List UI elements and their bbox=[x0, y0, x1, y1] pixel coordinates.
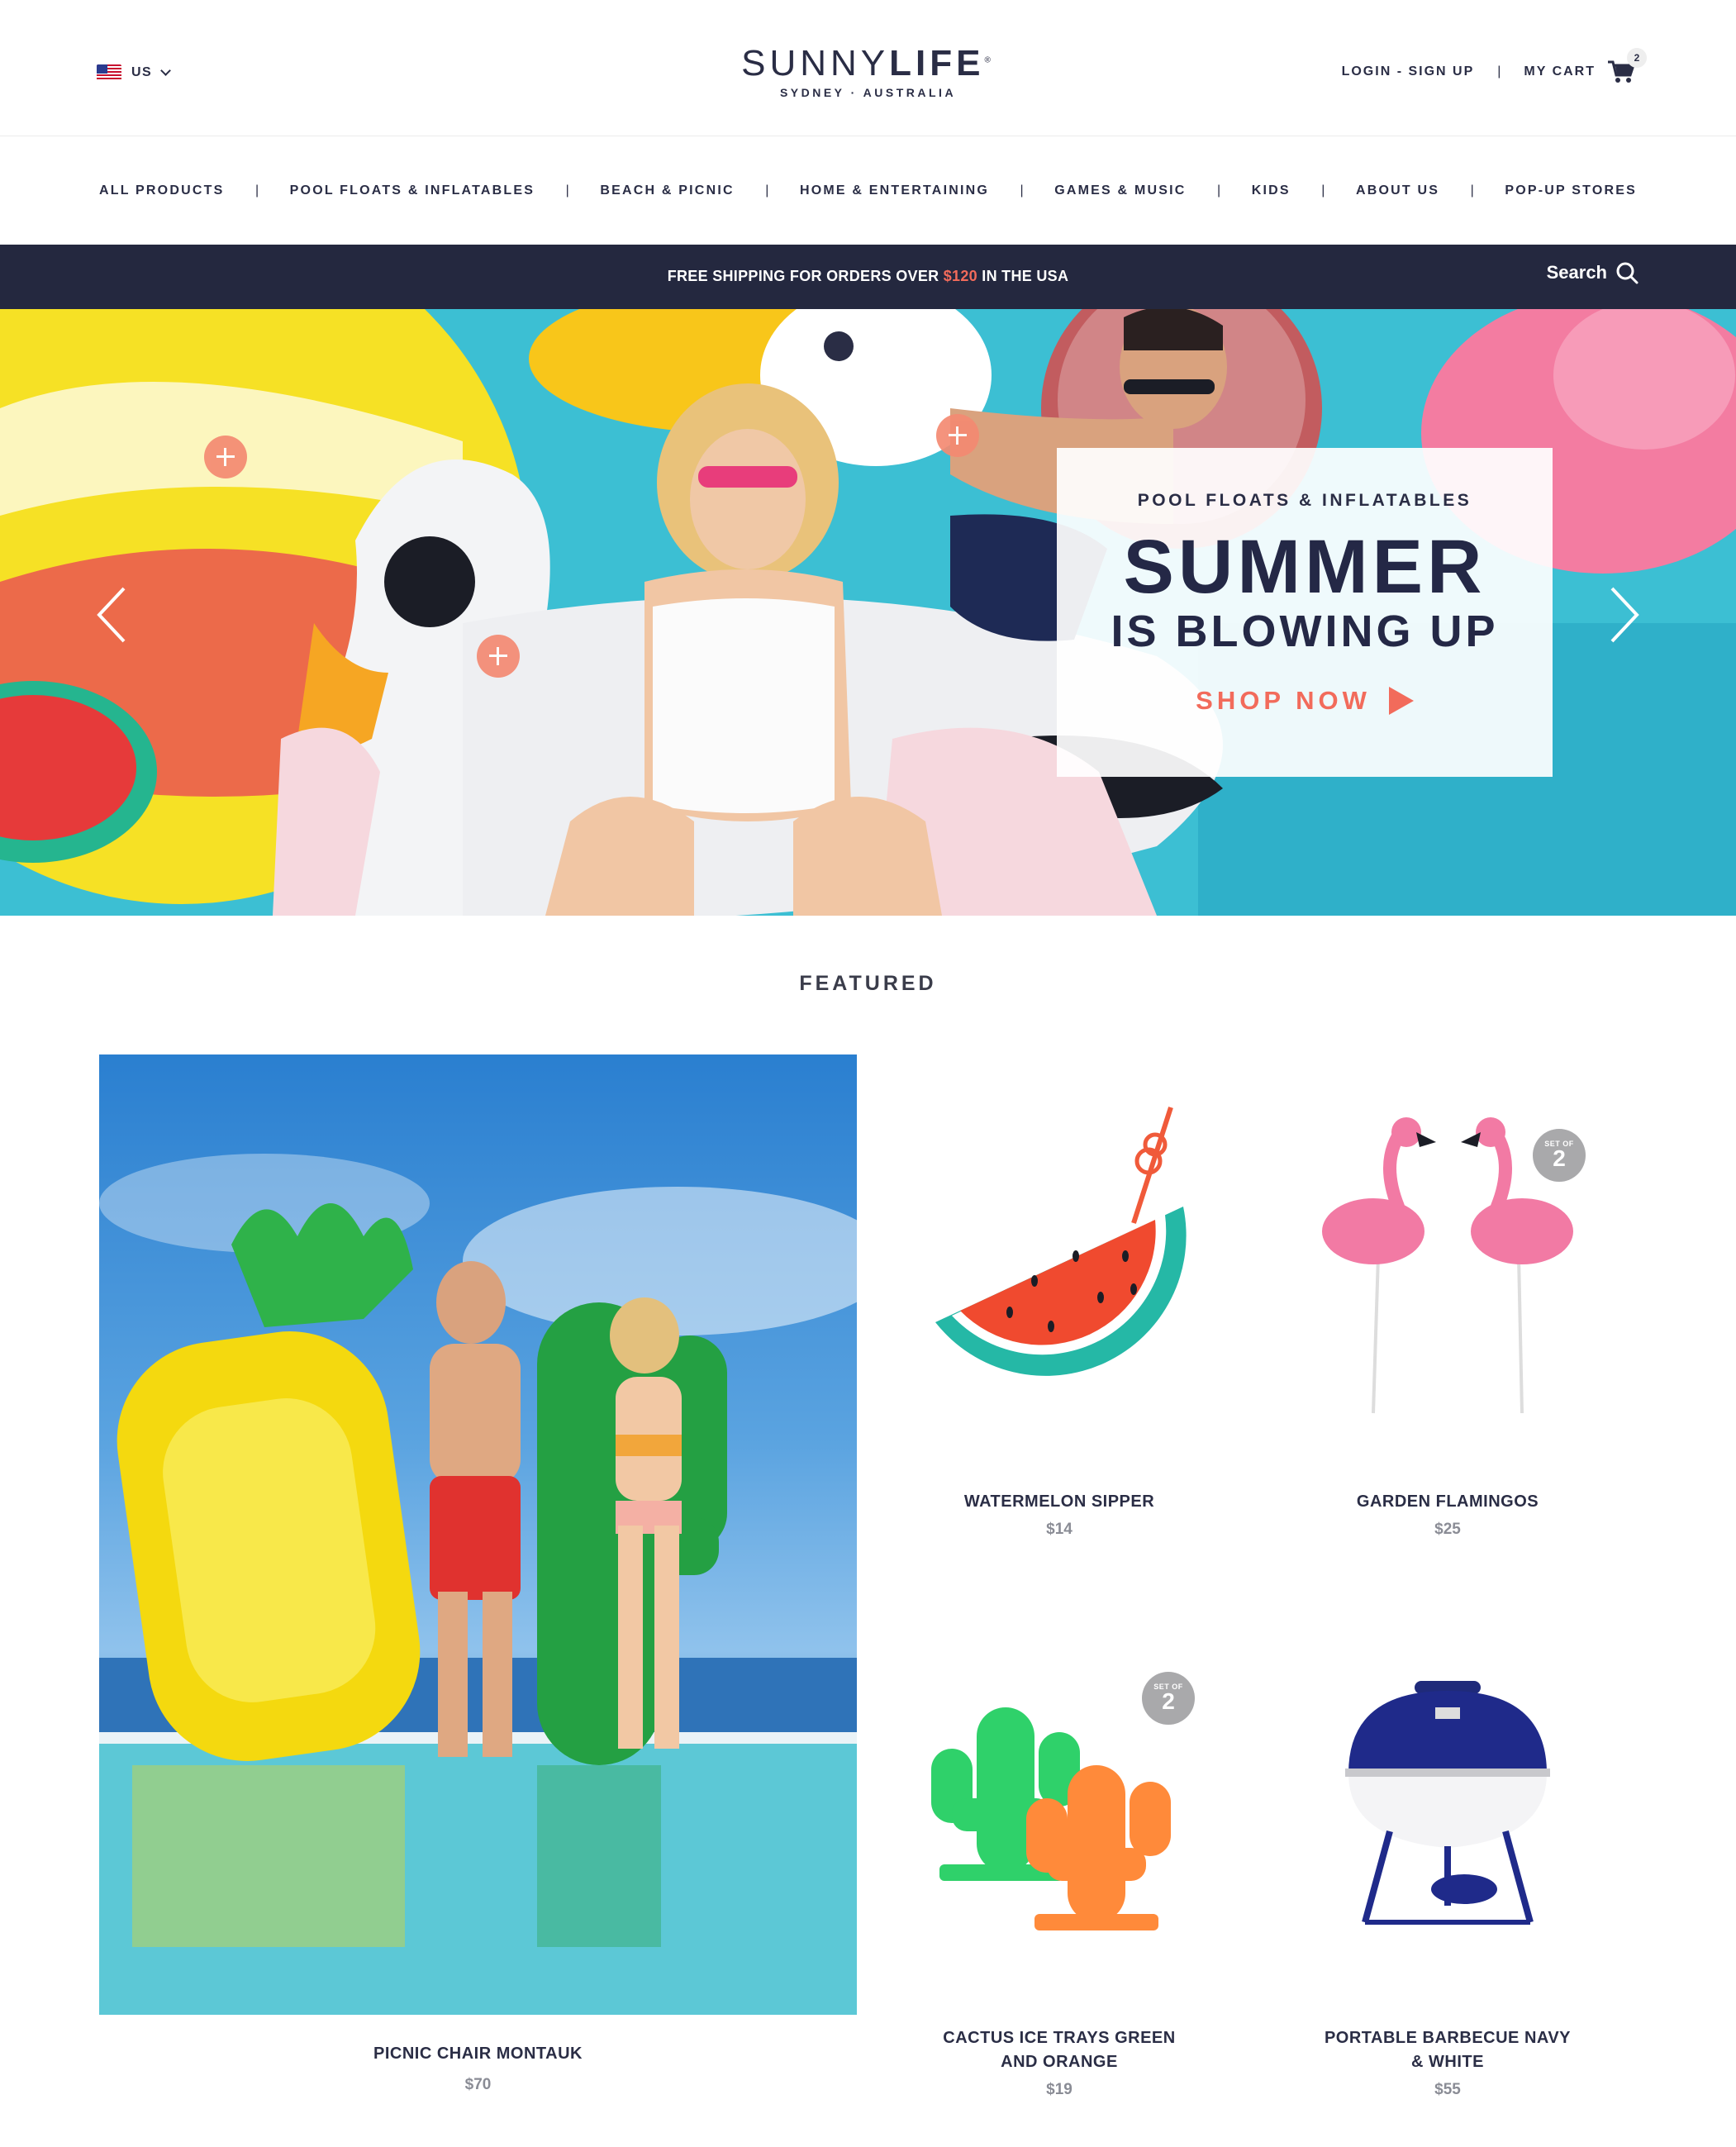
featured-heading: FEATURED bbox=[799, 972, 937, 995]
hero-prev-arrow-icon[interactable] bbox=[91, 582, 132, 648]
nav-about-us[interactable]: ABOUT US bbox=[1356, 183, 1439, 198]
hero-next-arrow-icon[interactable] bbox=[1604, 582, 1645, 648]
hotspot-toucan[interactable] bbox=[936, 414, 979, 457]
product-name[interactable]: CACTUS ICE TRAYS GREEN AND ORANGE bbox=[886, 2026, 1233, 2074]
hero-subtitle: IS BLOWING UP bbox=[1111, 607, 1499, 656]
product-price: $14 bbox=[1046, 1521, 1073, 1538]
badge-number: 2 bbox=[1553, 1145, 1566, 1171]
shipping-message: FREE SHIPPING FOR ORDERS OVER $120 IN TH… bbox=[0, 268, 1736, 285]
product-card-watermelon-sipper[interactable]: WATERMELON SIPPER $14 bbox=[886, 1099, 1233, 1570]
set-of-two-badge: SET OF 2 bbox=[1142, 1672, 1195, 1725]
nav-beach-picnic[interactable]: BEACH & PICNIC bbox=[600, 183, 734, 198]
cart-count-badge: 2 bbox=[1627, 48, 1647, 68]
search-icon bbox=[1616, 262, 1638, 284]
logo-word-bold: LIFE bbox=[889, 43, 985, 83]
hero-promo-card: POOL FLOATS & INFLATABLES SUMMER IS BLOW… bbox=[1057, 448, 1553, 777]
product-name[interactable]: GARDEN FLAMINGOS bbox=[1274, 1490, 1621, 1514]
product-name-line-1: CACTUS ICE TRAYS GREEN bbox=[943, 2029, 1176, 2047]
nav-separator: | bbox=[1470, 183, 1474, 198]
nav-all-products[interactable]: ALL PRODUCTS bbox=[99, 183, 224, 198]
nav-separator: | bbox=[565, 183, 569, 198]
shop-now-label: SHOP NOW bbox=[1196, 686, 1371, 715]
product-price: $19 bbox=[1046, 2081, 1073, 2098]
login-signup-link[interactable]: LOGIN - SIGN UP bbox=[1342, 64, 1475, 79]
product-price: $55 bbox=[1434, 2081, 1461, 2098]
nav-home-entertaining[interactable]: HOME & ENTERTAINING bbox=[800, 183, 989, 198]
hotspot-beach-ball[interactable] bbox=[204, 436, 247, 478]
nav-separator: | bbox=[254, 183, 259, 198]
hero-eyebrow: POOL FLOATS & INFLATABLES bbox=[1137, 491, 1472, 510]
product-price: $25 bbox=[1434, 1521, 1461, 1538]
pool-floats-photo bbox=[99, 1154, 857, 2015]
featured-main-name[interactable]: PICNIC CHAIR MONTAUK bbox=[99, 2045, 857, 2064]
product-card-garden-flamingos[interactable]: SET OF 2 GARDEN FLAMINGOS $25 bbox=[1274, 1099, 1621, 1570]
search-button[interactable]: Search bbox=[1547, 261, 1638, 284]
shipping-text-end: IN THE USA bbox=[977, 268, 1069, 284]
main-nav: ALL PRODUCTS | POOL FLOATS & INFLATABLES… bbox=[0, 137, 1736, 245]
nav-separator: | bbox=[1321, 183, 1325, 198]
search-label: Search bbox=[1546, 262, 1607, 283]
logo-tagline: SYDNEY · AUSTRALIA bbox=[779, 86, 957, 99]
product-name[interactable]: WATERMELON SIPPER bbox=[886, 1490, 1233, 1514]
logo-registered-mark: ® bbox=[984, 55, 995, 65]
site-header: US SUNNYLIFE® SYDNEY · AUSTRALIA LOGIN -… bbox=[0, 0, 1736, 136]
set-of-two-badge: SET OF 2 bbox=[1533, 1129, 1586, 1182]
badge-number: 2 bbox=[1162, 1688, 1175, 1714]
featured-main-product-image[interactable] bbox=[99, 1054, 857, 2015]
shipping-text-start: FREE SHIPPING FOR ORDERS OVER bbox=[667, 268, 944, 284]
product-name-line-1: PORTABLE BARBECUE NAVY bbox=[1324, 2029, 1572, 2047]
watermelon-sipper-image bbox=[935, 1107, 1187, 1376]
shop-now-button[interactable]: SHOP NOW bbox=[1196, 686, 1414, 716]
account-links: LOGIN - SIGN UP | MY CART 2 bbox=[1342, 48, 1647, 84]
product-card-cactus-ice-trays[interactable]: SET OF 2 CACTUS ICE TRAYS GREEN AND ORAN… bbox=[886, 1641, 1233, 2121]
cart-icon[interactable]: 2 bbox=[1607, 48, 1647, 84]
header-separator: | bbox=[1497, 64, 1501, 79]
nav-separator: | bbox=[765, 183, 769, 198]
promo-bar: FREE SHIPPING FOR ORDERS OVER $120 IN TH… bbox=[0, 245, 1736, 309]
product-name-line-2: AND ORANGE bbox=[1001, 2053, 1118, 2071]
my-cart-link[interactable]: MY CART bbox=[1524, 64, 1596, 79]
hotspot-swan[interactable] bbox=[477, 635, 520, 678]
product-card-portable-barbecue[interactable]: PORTABLE BARBECUE NAVY & WHITE $55 bbox=[1274, 1641, 1621, 2121]
portable-barbecue-image bbox=[1345, 1681, 1550, 1925]
hero-banner: POOL FLOATS & INFLATABLES SUMMER IS BLOW… bbox=[0, 309, 1736, 916]
product-name[interactable]: PORTABLE BARBECUE NAVY & WHITE bbox=[1274, 2026, 1621, 2074]
nav-kids[interactable]: KIDS bbox=[1252, 183, 1291, 198]
featured-main-price: $70 bbox=[464, 2076, 492, 2093]
nav-pool-floats[interactable]: POOL FLOATS & INFLATABLES bbox=[290, 183, 535, 198]
play-arrow-icon bbox=[1388, 687, 1414, 715]
nav-separator: | bbox=[1020, 183, 1024, 198]
nav-games-music[interactable]: GAMES & MUSIC bbox=[1054, 183, 1186, 198]
nav-separator: | bbox=[1217, 183, 1221, 198]
product-name-line-2: & WHITE bbox=[1411, 2053, 1484, 2071]
nav-pop-up-stores[interactable]: POP-UP STORES bbox=[1505, 183, 1637, 198]
shipping-threshold: $120 bbox=[943, 268, 977, 284]
hero-title: SUMMER bbox=[1123, 525, 1486, 609]
logo-word-light: SUNNY bbox=[741, 43, 890, 83]
